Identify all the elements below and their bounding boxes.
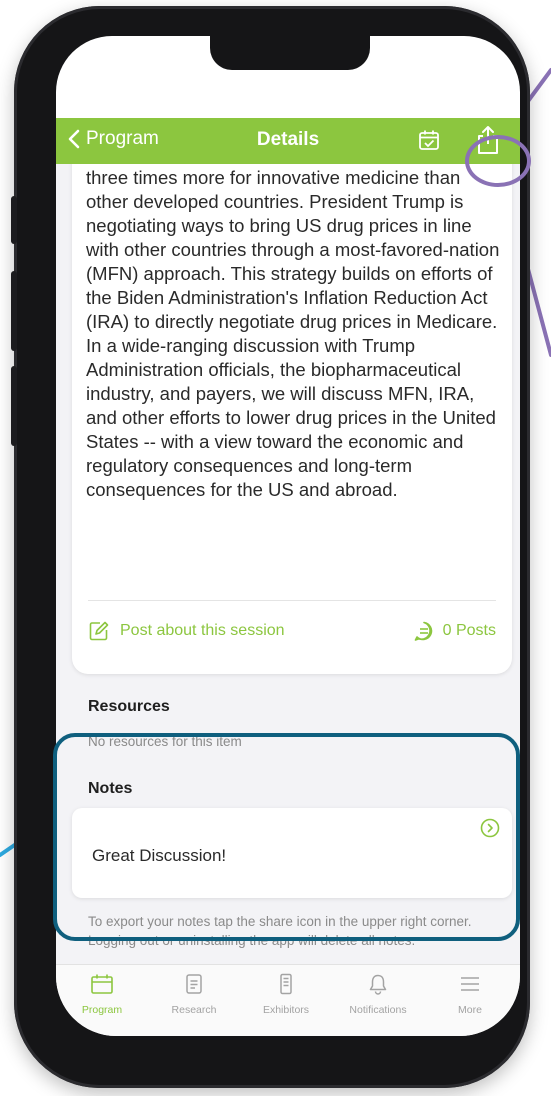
tab-label: Program — [81, 1004, 123, 1016]
back-button[interactable]: Program — [68, 128, 159, 150]
tab-research[interactable]: Research — [148, 973, 240, 1016]
notes-annotation-box — [53, 733, 520, 941]
share-annotation-circle — [465, 135, 531, 187]
calendar-icon — [91, 974, 113, 994]
resources-heading: Resources — [88, 698, 170, 715]
tab-exhibitors[interactable]: Exhibitors — [240, 973, 332, 1016]
volume-down-button — [11, 366, 17, 446]
session-card: Americans have run out of patience with … — [72, 164, 512, 674]
tab-label: Research — [171, 1004, 217, 1016]
back-label: Program — [86, 128, 159, 149]
nav-bar: Program Details — [56, 118, 520, 164]
booth-icon — [280, 973, 292, 995]
tab-bar: Program Research Exhibitors Notification… — [56, 964, 520, 1036]
divider — [88, 600, 496, 601]
session-description: Americans have run out of patience with … — [86, 167, 500, 500]
post-about-session-label: Post about this session — [120, 622, 285, 639]
volume-up-button — [11, 271, 17, 351]
tab-label: Exhibitors — [262, 1004, 310, 1016]
mute-switch — [11, 196, 17, 244]
add-to-calendar-button[interactable] — [418, 129, 440, 156]
edit-note-icon — [89, 621, 109, 641]
tab-label: Notifications — [349, 1004, 407, 1016]
chevron-left-icon — [68, 129, 80, 149]
post-about-session-button[interactable]: Post about this session — [88, 620, 285, 642]
document-icon — [186, 974, 202, 994]
menu-icon — [461, 977, 479, 991]
chat-bubble-icon — [414, 621, 432, 641]
tab-more[interactable]: More — [424, 973, 516, 1016]
tab-notifications[interactable]: Notifications — [332, 973, 424, 1016]
tab-label: More — [458, 1004, 482, 1016]
bell-icon — [369, 974, 387, 995]
calendar-check-icon — [419, 130, 439, 150]
posts-count-button[interactable]: 0 Posts — [413, 620, 496, 642]
tab-program[interactable]: Program — [56, 973, 148, 1016]
posts-count-label: 0 Posts — [442, 622, 496, 639]
phone-notch — [210, 36, 370, 70]
